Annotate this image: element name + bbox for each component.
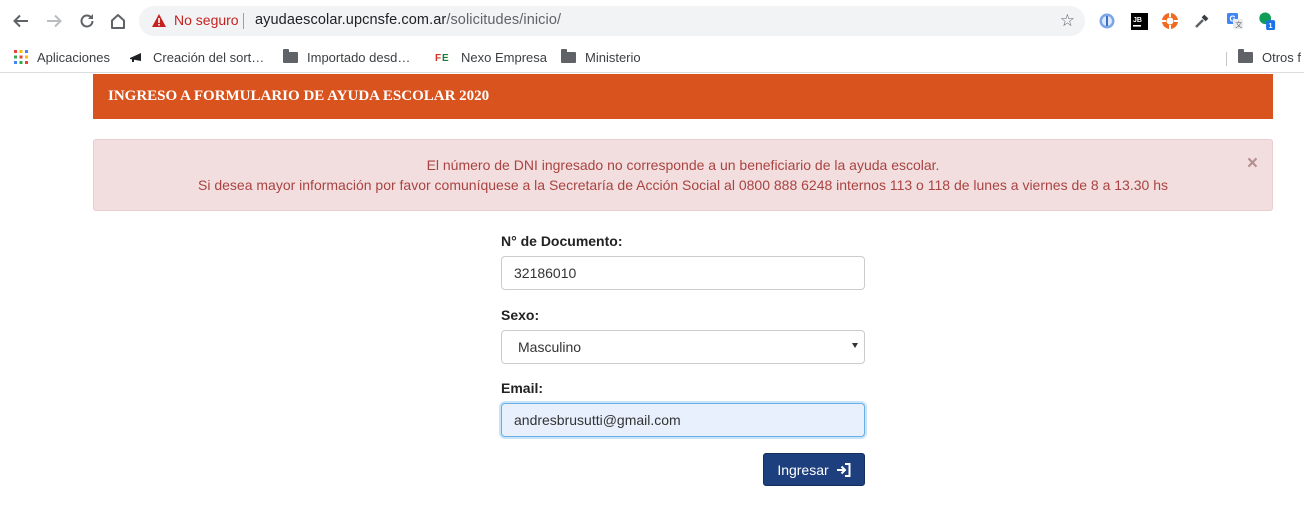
bookmark-creacion[interactable]: Creación del sort… xyxy=(129,47,264,67)
sex-label: Sexo: xyxy=(501,307,540,323)
bookmark-label: Nexo Empresa xyxy=(461,49,547,65)
forward-button[interactable] xyxy=(42,9,66,33)
warning-triangle-icon xyxy=(152,14,166,27)
apps-grid-icon xyxy=(14,50,28,64)
extension-badge-count: 1 xyxy=(1268,21,1272,30)
omnibox-divider xyxy=(243,13,244,29)
bookmark-star-icon[interactable]: ☆ xyxy=(1060,12,1075,30)
bookmark-label: Importado desd… xyxy=(307,49,411,65)
folder-icon xyxy=(283,48,298,63)
sex-selected-value: Masculino xyxy=(518,339,582,355)
megaphone-icon xyxy=(129,51,144,63)
bookmark-apps[interactable]: Aplicaciones xyxy=(14,47,110,67)
folder-icon xyxy=(1238,48,1253,63)
reload-icon xyxy=(80,14,94,28)
page-title-banner: INGRESO A FORMULARIO DE AYUDA ESCOLAR 20… xyxy=(93,74,1273,119)
email-label: Email: xyxy=(501,380,544,396)
dropdown-caret-icon xyxy=(852,343,858,348)
bookmark-label: Creación del sort… xyxy=(153,49,265,65)
svg-text:JB: JB xyxy=(1133,17,1142,24)
close-icon[interactable]: × xyxy=(1247,154,1258,173)
bookmark-otros[interactable]: Otros f xyxy=(1238,47,1301,67)
svg-text:文: 文 xyxy=(1235,20,1242,29)
svg-text:E: E xyxy=(442,53,449,63)
dni-input[interactable] xyxy=(501,256,865,290)
url-path: /solicitudes/inicio/ xyxy=(446,12,562,28)
svg-text:F: F xyxy=(435,53,441,63)
alert-message-line1: El número de DNI ingresado no correspond… xyxy=(426,157,940,173)
browser-toolbar: No seguro ayudaescolar.upcnsfe.com.ar/so… xyxy=(0,0,1304,42)
extension-flag-icon[interactable] xyxy=(1098,12,1116,30)
submit-button-label: Ingresar xyxy=(777,461,829,478)
bookmark-label: Ministerio xyxy=(585,49,641,65)
back-button[interactable] xyxy=(9,9,33,33)
bookmark-label: Otros f xyxy=(1262,49,1302,65)
chat-extension-icon[interactable]: 1 xyxy=(1258,12,1276,30)
forward-arrow-icon xyxy=(47,14,62,28)
dni-label: N° de Documento: xyxy=(501,233,623,249)
bookmark-importado[interactable]: Importado desd… xyxy=(283,47,410,67)
eyedropper-icon[interactable] xyxy=(1193,12,1211,30)
alert-message-line2: Si desea mayor información por favor com… xyxy=(198,177,1168,193)
folder-icon xyxy=(561,48,576,63)
lifebuoy-extension-icon[interactable] xyxy=(1161,12,1179,30)
home-button[interactable] xyxy=(106,9,130,33)
submit-button[interactable]: Ingresar xyxy=(763,453,865,486)
security-status[interactable]: No seguro xyxy=(174,12,239,28)
bookmark-nexo-empresa[interactable]: FE Nexo Empresa xyxy=(435,47,547,67)
reload-button[interactable] xyxy=(75,9,99,33)
bookmarks-bar: Aplicaciones Creación del sort… Importad… xyxy=(0,42,1304,73)
bookmark-ministerio[interactable]: Ministerio xyxy=(561,47,641,67)
url-host: ayudaescolar.upcnsfe.com.ar xyxy=(255,12,447,28)
address-bar[interactable]: No seguro ayudaescolar.upcnsfe.com.ar/so… xyxy=(139,6,1085,36)
url-text[interactable]: ayudaescolar.upcnsfe.com.ar/solicitudes/… xyxy=(255,12,561,28)
home-icon xyxy=(111,14,125,29)
back-arrow-icon xyxy=(13,14,28,28)
bookmark-label: Aplicaciones xyxy=(37,49,110,65)
jetbrains-icon[interactable]: JB xyxy=(1130,12,1148,30)
login-form: N° de Documento: Sexo: Masculino Email: xyxy=(501,233,865,437)
sign-in-icon xyxy=(836,462,851,477)
sex-select[interactable]: Masculino xyxy=(501,330,865,364)
fe-logo-icon: FE xyxy=(435,51,452,63)
bookmarks-divider xyxy=(1226,52,1227,66)
email-input[interactable] xyxy=(501,403,865,437)
translate-icon[interactable]: G文 xyxy=(1226,12,1244,30)
error-alert: El número de DNI ingresado no correspond… xyxy=(93,139,1273,211)
